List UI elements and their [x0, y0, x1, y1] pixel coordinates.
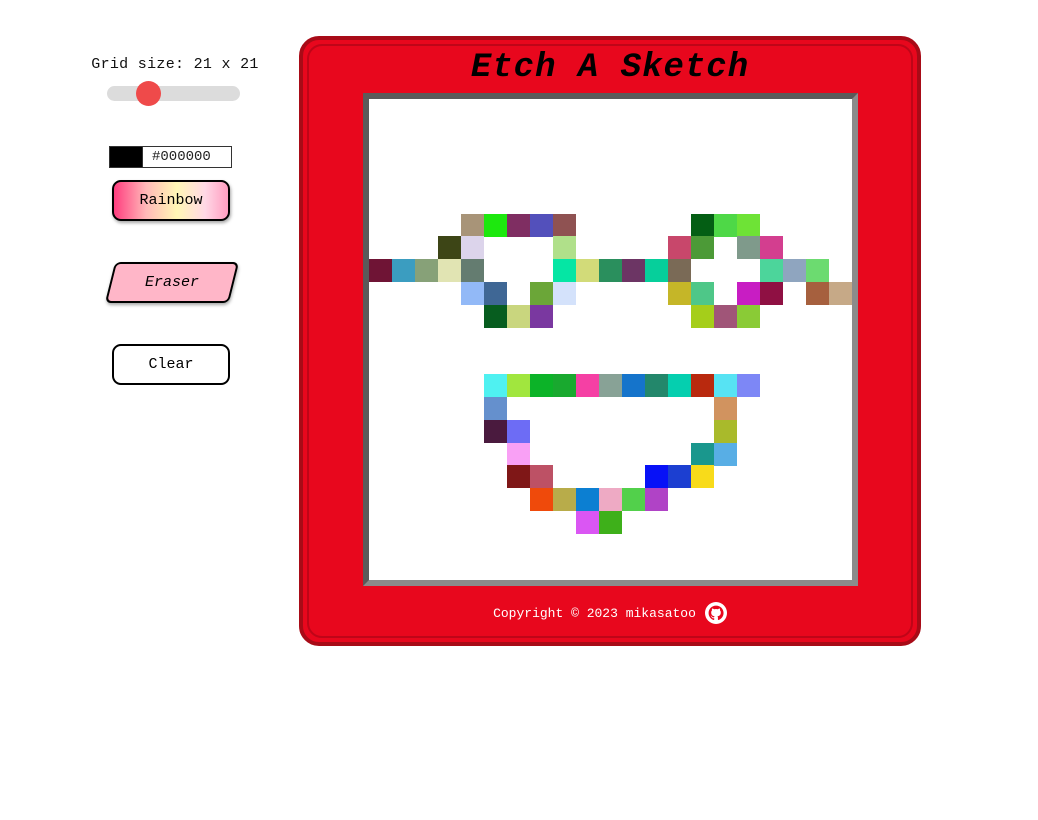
grid-cell[interactable]	[714, 442, 737, 466]
grid-cell[interactable]	[691, 442, 714, 466]
github-icon[interactable]	[704, 602, 727, 624]
grid-cell[interactable]	[369, 259, 392, 283]
color-swatch[interactable]	[110, 147, 142, 167]
color-hex-value[interactable]: #000000	[142, 147, 231, 167]
grid-cell[interactable]	[645, 488, 668, 512]
grid-cell[interactable]	[645, 259, 668, 283]
grid-cell[interactable]	[668, 236, 691, 260]
grid-cell[interactable]	[530, 488, 553, 512]
grid-cell[interactable]	[622, 373, 645, 397]
grid-cell[interactable]	[599, 259, 622, 283]
grid-cell[interactable]	[737, 305, 760, 329]
eraser-button[interactable]: Eraser	[104, 262, 240, 303]
grid-cell[interactable]	[507, 213, 530, 237]
grid-cell[interactable]	[461, 259, 484, 283]
grid-cell[interactable]	[461, 213, 484, 237]
grid-cell[interactable]	[691, 236, 714, 260]
grid-cell[interactable]	[668, 373, 691, 397]
grid-cell[interactable]	[507, 442, 530, 466]
grid-cell[interactable]	[714, 305, 737, 329]
grid-cell[interactable]	[553, 259, 576, 283]
grid-cell[interactable]	[691, 305, 714, 329]
grid-cell[interactable]	[599, 373, 622, 397]
grid-cell[interactable]	[691, 213, 714, 237]
grid-cell[interactable]	[714, 396, 737, 420]
grid-cell[interactable]	[714, 373, 737, 397]
grid-cell[interactable]	[576, 488, 599, 512]
grid-cell[interactable]	[645, 465, 668, 489]
slider-thumb[interactable]	[135, 81, 161, 106]
grid-cell[interactable]	[576, 259, 599, 283]
grid-cell[interactable]	[484, 396, 507, 420]
grid-cell[interactable]	[553, 373, 576, 397]
grid-cell[interactable]	[461, 282, 484, 306]
grid-cell[interactable]	[507, 373, 530, 397]
sketch-screen[interactable]	[363, 93, 858, 586]
grid-cell[interactable]	[645, 373, 668, 397]
grid-cell[interactable]	[760, 282, 783, 306]
grid-cell[interactable]	[806, 259, 829, 283]
grid-cell[interactable]	[691, 282, 714, 306]
grid-cell[interactable]	[392, 259, 415, 283]
grid-cell[interactable]	[737, 236, 760, 260]
grid-cell[interactable]	[461, 236, 484, 260]
grid-size-slider[interactable]	[107, 81, 240, 106]
grid-cell[interactable]	[691, 465, 714, 489]
grid-cell[interactable]	[737, 213, 760, 237]
grid-cell[interactable]	[783, 259, 806, 283]
grid-cell[interactable]	[553, 213, 576, 237]
grid-cell[interactable]	[507, 419, 530, 443]
grid-cell[interactable]	[714, 419, 737, 443]
grid-cell[interactable]	[553, 488, 576, 512]
grid-cell[interactable]	[599, 488, 622, 512]
grid-cell[interactable]	[507, 305, 530, 329]
grid-size-label: Grid size: 21 x 21	[91, 56, 259, 73]
grid-cell[interactable]	[484, 419, 507, 443]
grid-cell[interactable]	[530, 213, 553, 237]
grid-cell[interactable]	[530, 465, 553, 489]
footer: Copyright © 2023 mikasatoo	[303, 602, 917, 624]
grid-cell[interactable]	[530, 282, 553, 306]
grid-cell[interactable]	[737, 373, 760, 397]
grid-cell[interactable]	[599, 511, 622, 535]
grid-cell[interactable]	[806, 282, 829, 306]
grid-cell[interactable]	[737, 282, 760, 306]
grid-cell[interactable]	[507, 465, 530, 489]
slider-track[interactable]	[107, 86, 240, 101]
clear-button[interactable]: Clear	[112, 344, 230, 385]
grid-cell[interactable]	[668, 259, 691, 283]
grid-cell[interactable]	[553, 282, 576, 306]
grid-cell[interactable]	[484, 305, 507, 329]
grid-cell[interactable]	[691, 373, 714, 397]
copyright-text: Copyright © 2023 mikasatoo	[493, 605, 696, 621]
app-title: Etch A Sketch	[470, 49, 750, 87]
grid-cell[interactable]	[668, 282, 691, 306]
grid-cell[interactable]	[484, 213, 507, 237]
grid-cell[interactable]	[668, 465, 691, 489]
grid-cell[interactable]	[438, 236, 461, 260]
grid-cell[interactable]	[530, 305, 553, 329]
grid-cell[interactable]	[622, 259, 645, 283]
grid-cell[interactable]	[484, 373, 507, 397]
grid-cell[interactable]	[760, 236, 783, 260]
grid-cell[interactable]	[530, 373, 553, 397]
sketch-grid[interactable]	[369, 99, 852, 580]
grid-cell[interactable]	[484, 282, 507, 306]
grid-cell[interactable]	[576, 511, 599, 535]
grid-cell[interactable]	[553, 236, 576, 260]
grid-cell[interactable]	[714, 213, 737, 237]
grid-cell[interactable]	[829, 282, 852, 306]
grid-cell[interactable]	[576, 373, 599, 397]
rainbow-button[interactable]: Rainbow	[112, 180, 230, 221]
grid-cell[interactable]	[438, 259, 461, 283]
grid-cell[interactable]	[622, 488, 645, 512]
etch-a-sketch-frame: Etch A Sketch Copyright © 2023 mikasatoo	[299, 36, 921, 646]
color-picker[interactable]: #000000	[109, 146, 232, 168]
eraser-button-label[interactable]: Eraser	[110, 262, 234, 303]
grid-cell[interactable]	[760, 259, 783, 283]
grid-cell[interactable]	[415, 259, 438, 283]
